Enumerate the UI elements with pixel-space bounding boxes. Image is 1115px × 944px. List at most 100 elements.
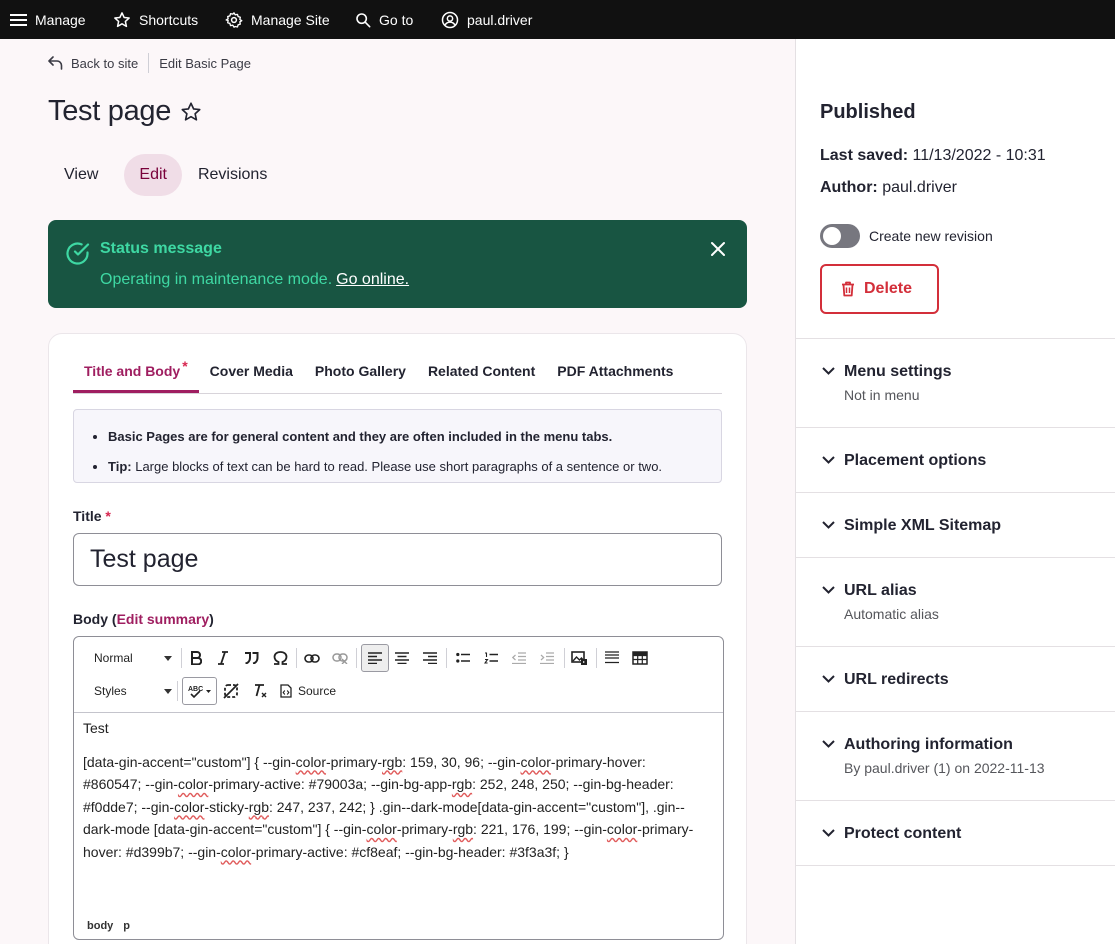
htab-photo-gallery[interactable]: Photo Gallery bbox=[304, 348, 417, 393]
manage-button[interactable]: Manage bbox=[10, 0, 86, 39]
editor-content[interactable]: Test [data-gin-accent="custom"] { --gin-… bbox=[83, 717, 708, 874]
outdent-button[interactable] bbox=[509, 645, 529, 671]
toolbar-divider bbox=[177, 681, 178, 701]
accordion-simple-xml-sitemap[interactable]: Simple XML Sitemap bbox=[796, 492, 1115, 557]
insert-table-button[interactable] bbox=[630, 645, 650, 671]
create-revision-label: Create new revision bbox=[869, 228, 993, 244]
breadcrumb: Back to site Edit Basic Page bbox=[48, 53, 251, 73]
bulleted-list-button[interactable] bbox=[453, 645, 473, 671]
title-label-text: Title bbox=[73, 508, 102, 524]
accordion-menu-settings[interactable]: Menu settings Not in menu bbox=[796, 338, 1115, 427]
user-icon bbox=[441, 11, 459, 28]
blockquote-button[interactable] bbox=[241, 645, 261, 671]
search-icon bbox=[356, 12, 371, 27]
remove-format-button[interactable] bbox=[250, 678, 270, 704]
link-button[interactable] bbox=[302, 645, 322, 671]
htab-pdf-attachments[interactable]: PDF Attachments bbox=[546, 348, 684, 393]
spellcheck-button[interactable]: ABC bbox=[182, 677, 217, 705]
accordion-authoring-information[interactable]: Authoring information By paul.driver (1)… bbox=[796, 711, 1115, 800]
shortcuts-button[interactable]: Shortcuts bbox=[113, 0, 198, 39]
manage-label: Manage bbox=[35, 11, 86, 28]
title-label: Title * bbox=[73, 508, 111, 524]
delete-label: Delete bbox=[864, 280, 913, 297]
toolbar-divider bbox=[596, 648, 597, 668]
help-item: Tip: Large blocks of text can be hard to… bbox=[108, 452, 721, 482]
chevron-down-icon bbox=[822, 829, 835, 837]
align-right-button[interactable] bbox=[420, 645, 440, 671]
indent-icon bbox=[540, 652, 554, 664]
user-label: paul.driver bbox=[467, 11, 533, 28]
edit-summary-link[interactable]: Edit summary bbox=[117, 611, 210, 627]
accordion-placement-options[interactable]: Placement options bbox=[796, 427, 1115, 492]
user-menu-button[interactable]: paul.driver bbox=[441, 0, 532, 39]
accordion-url-redirects[interactable]: URL redirects bbox=[796, 646, 1115, 711]
toolbar-divider bbox=[446, 648, 447, 668]
help-item: Basic Pages are for general content and … bbox=[108, 422, 721, 452]
tab-revisions[interactable]: Revisions bbox=[182, 154, 283, 196]
bold-button[interactable] bbox=[186, 645, 206, 671]
chevron-down-icon bbox=[822, 521, 835, 529]
insert-media-button[interactable] bbox=[569, 645, 589, 671]
go-online-link[interactable]: Go online. bbox=[336, 271, 409, 288]
format-dropdown[interactable]: Normal bbox=[94, 645, 174, 671]
italic-button[interactable] bbox=[213, 645, 233, 671]
back-to-site-link[interactable]: Back to site bbox=[71, 56, 138, 71]
page-title: Test page bbox=[48, 95, 172, 127]
spellcheck-icon: ABC bbox=[188, 686, 211, 699]
htab-cover-media[interactable]: Cover Media bbox=[199, 348, 304, 393]
htab-related-content[interactable]: Related Content bbox=[417, 348, 546, 393]
manage-site-button[interactable]: Manage Site bbox=[225, 0, 330, 39]
numbered-list-button[interactable] bbox=[481, 645, 501, 671]
path-body[interactable]: body bbox=[87, 920, 113, 932]
gear-icon bbox=[225, 11, 243, 28]
title-input[interactable]: Test page bbox=[73, 533, 722, 586]
author-value: paul.driver bbox=[882, 179, 957, 196]
chevron-down-icon bbox=[822, 675, 835, 683]
align-left-icon bbox=[368, 652, 382, 664]
goto-label: Go to bbox=[379, 11, 414, 28]
styles-dropdown[interactable]: Styles bbox=[94, 678, 174, 704]
indent-button[interactable] bbox=[537, 645, 557, 671]
source-icon bbox=[280, 684, 292, 698]
delete-button[interactable]: Delete bbox=[820, 264, 939, 314]
accordion-title: Simple XML Sitemap bbox=[844, 517, 1002, 534]
table-icon bbox=[632, 651, 648, 665]
show-blocks-button[interactable] bbox=[221, 678, 241, 704]
chevron-down-icon bbox=[164, 689, 172, 694]
source-button[interactable]: Source bbox=[280, 678, 350, 704]
horizontal-line-button[interactable] bbox=[602, 645, 622, 671]
toolbar-divider bbox=[181, 648, 182, 668]
htab-title-and-body[interactable]: Title and Body * bbox=[73, 348, 199, 393]
accordion-title: URL alias bbox=[844, 582, 917, 599]
align-center-button[interactable] bbox=[392, 645, 412, 671]
breadcrumb-divider bbox=[148, 53, 150, 73]
chevron-down-icon bbox=[822, 456, 835, 464]
create-revision-toggle[interactable] bbox=[820, 224, 860, 248]
editor-toolbar: Normal Styles ABC Source bbox=[74, 637, 723, 713]
accordion-protect-content[interactable]: Protect content bbox=[796, 800, 1115, 866]
media-icon bbox=[570, 650, 587, 665]
status-message: Status message Operating in maintenance … bbox=[48, 220, 747, 308]
horizontal-line-icon bbox=[605, 651, 619, 664]
close-icon[interactable] bbox=[710, 241, 726, 257]
chevron-down-icon bbox=[822, 586, 835, 594]
publish-status: Published bbox=[820, 101, 916, 123]
meta-sidebar: Published Last saved: 11/13/2022 - 10:31… bbox=[795, 39, 1115, 944]
admin-toolbar: Manage Shortcuts Manage Site Go to paul.… bbox=[0, 0, 1115, 39]
accordion-url-alias[interactable]: URL alias Automatic alias bbox=[796, 557, 1115, 646]
required-marker: * bbox=[182, 357, 188, 374]
path-p[interactable]: p bbox=[123, 920, 130, 932]
favorite-star-icon[interactable] bbox=[180, 101, 202, 123]
goto-button[interactable]: Go to bbox=[355, 0, 413, 39]
accordion-title: URL redirects bbox=[844, 671, 949, 688]
special-characters-button[interactable] bbox=[270, 645, 290, 671]
bold-icon bbox=[191, 651, 202, 665]
styles-value: Styles bbox=[94, 684, 127, 698]
accordion-summary: Automatic alias bbox=[844, 606, 939, 622]
unlink-button[interactable] bbox=[330, 645, 350, 671]
tab-edit[interactable]: Edit bbox=[124, 154, 182, 196]
align-left-button[interactable] bbox=[361, 644, 389, 672]
status-text: Operating in maintenance mode. bbox=[100, 271, 333, 288]
tab-view[interactable]: View bbox=[48, 154, 114, 196]
body-editor: Normal Styles ABC Source Test [data-gin-… bbox=[73, 636, 724, 940]
